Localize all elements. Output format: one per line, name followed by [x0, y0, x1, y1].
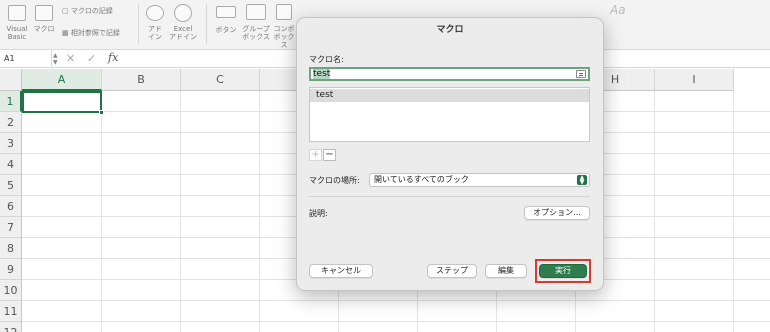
- row-header[interactable]: 4: [0, 154, 22, 175]
- row-header[interactable]: 12: [0, 322, 22, 332]
- row-header[interactable]: 2: [0, 112, 22, 133]
- cancel-button[interactable]: キャンセル: [309, 264, 373, 278]
- contact-card-icon[interactable]: [576, 70, 586, 78]
- macro-list-item[interactable]: test: [310, 89, 589, 102]
- grid-column-line: [101, 91, 102, 332]
- grid-row-line: [22, 321, 770, 322]
- cancel-entry-icon[interactable]: ✕: [66, 52, 75, 65]
- group-box-icon[interactable]: [246, 4, 266, 20]
- macro-name-input[interactable]: test: [309, 67, 590, 81]
- macro-icon[interactable]: [35, 5, 53, 21]
- macro-name-value: test: [313, 69, 331, 79]
- macro-button[interactable]: マクロ: [31, 25, 57, 33]
- step-button[interactable]: ステップ: [427, 264, 477, 278]
- macro-list[interactable]: test: [309, 87, 590, 142]
- aa-icon[interactable]: Aa: [610, 4, 626, 16]
- edit-button[interactable]: 編集: [485, 264, 527, 278]
- row-header[interactable]: 10: [0, 280, 22, 301]
- name-box[interactable]: A1: [0, 50, 52, 68]
- record-icon: ▢: [62, 7, 71, 15]
- insert-function-icon[interactable]: fx: [108, 51, 118, 64]
- description-label: 説明:: [309, 209, 328, 218]
- column-header[interactable]: I: [655, 69, 734, 91]
- addin-button[interactable]: アド イン: [142, 25, 168, 41]
- fill-handle[interactable]: [99, 110, 104, 115]
- dialog-title: マクロ: [436, 25, 464, 35]
- active-cell-a1[interactable]: [22, 91, 102, 113]
- dialog-divider: [309, 196, 590, 197]
- row-header[interactable]: 11: [0, 301, 22, 322]
- grid-row-line: [22, 300, 770, 301]
- column-header[interactable]: A: [22, 69, 102, 91]
- row-header[interactable]: 6: [0, 196, 22, 217]
- confirm-entry-icon[interactable]: ✓: [87, 52, 96, 65]
- excel-addin-icon[interactable]: [174, 4, 192, 22]
- ribbon-separator: [206, 4, 207, 44]
- visual-basic-button[interactable]: Visual Basic: [2, 25, 32, 41]
- group-box-control[interactable]: グループ ボックス: [240, 25, 272, 41]
- macro-location-select[interactable]: 開いているすべてのブック ▲ ▼: [369, 173, 590, 187]
- button-control[interactable]: ボタン: [212, 26, 240, 34]
- column-header[interactable]: C: [181, 69, 260, 91]
- macro-dialog: マクロ マクロ名: test test + − マクロの場所: 開いているすべて…: [296, 17, 604, 291]
- macro-location-value: 開いているすべてのブック: [374, 175, 469, 184]
- excel-addin-button[interactable]: Excel アドイン: [168, 25, 198, 41]
- macro-name-label: マクロ名:: [309, 55, 344, 64]
- grid-column-line: [259, 91, 260, 332]
- visual-basic-icon[interactable]: [8, 5, 26, 21]
- select-all-corner[interactable]: [0, 69, 22, 91]
- row-header[interactable]: 5: [0, 175, 22, 196]
- grid-column-line: [180, 91, 181, 332]
- row-header[interactable]: 7: [0, 217, 22, 238]
- addin-icon[interactable]: [146, 5, 164, 21]
- macro-location-label: マクロの場所:: [309, 176, 360, 185]
- relative-ref-button[interactable]: ▦ 相対参照で記録: [62, 28, 120, 38]
- combo-box-control[interactable]: コンボ ボックス: [272, 25, 296, 49]
- grid-column-line: [654, 91, 655, 332]
- run-button-highlight: [535, 259, 591, 283]
- record-macro-button[interactable]: ▢ マクロの記録: [62, 6, 113, 16]
- name-box-dropdown-icon[interactable]: ▲ ▼: [53, 52, 58, 66]
- row-header[interactable]: 3: [0, 133, 22, 154]
- row-header[interactable]: 9: [0, 259, 22, 280]
- options-button[interactable]: オプション...: [524, 206, 590, 220]
- row-header[interactable]: 1: [0, 91, 22, 112]
- grid-column-line: [733, 91, 734, 332]
- relative-ref-icon: ▦: [62, 29, 71, 37]
- select-arrows-icon: ▲ ▼: [577, 175, 587, 186]
- button-control-icon[interactable]: [216, 6, 236, 18]
- add-macro-button[interactable]: +: [309, 149, 322, 161]
- ribbon-separator: [138, 4, 139, 44]
- row-header[interactable]: 8: [0, 238, 22, 259]
- column-header[interactable]: B: [102, 69, 181, 91]
- combo-box-icon[interactable]: [276, 4, 292, 20]
- remove-macro-button[interactable]: −: [323, 149, 336, 161]
